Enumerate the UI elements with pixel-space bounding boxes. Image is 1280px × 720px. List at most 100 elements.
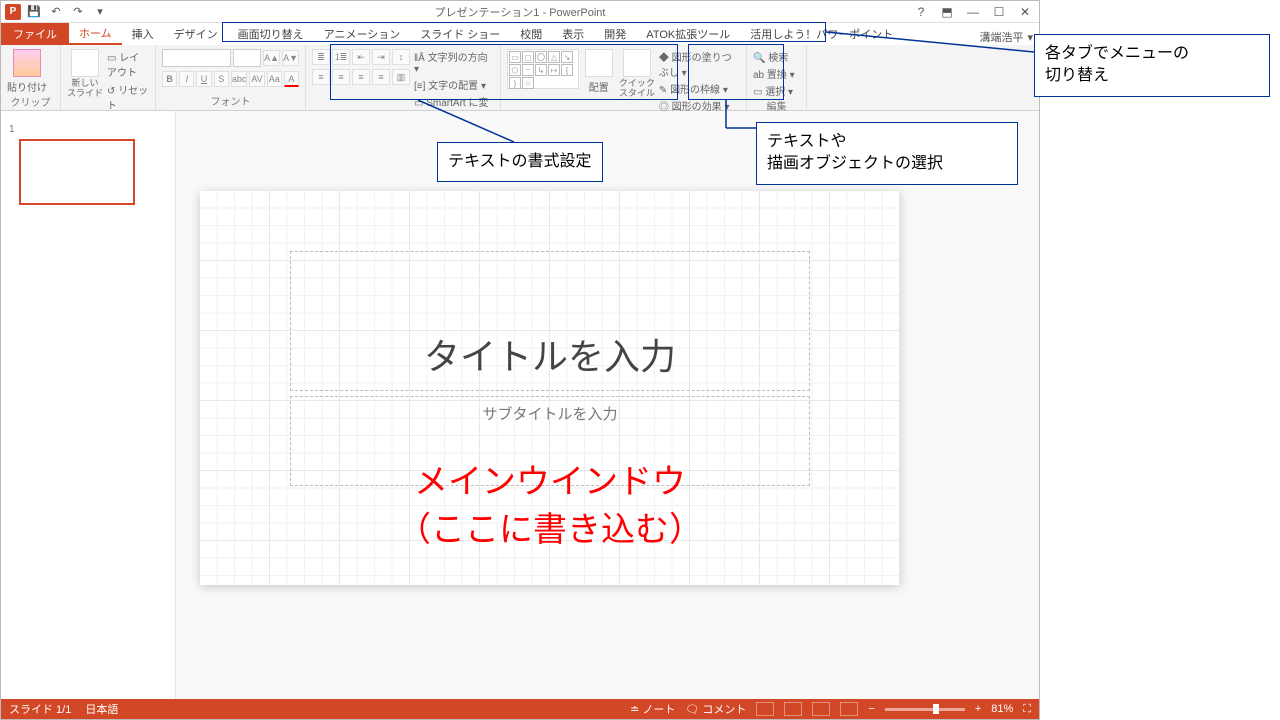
strike-button[interactable]: S bbox=[214, 71, 229, 87]
zoom-in-button[interactable]: + bbox=[975, 703, 981, 715]
text-direction-button[interactable]: ‖Å 文字列の方向 ▾ bbox=[414, 49, 494, 75]
fit-to-window-icon[interactable]: ⛶ bbox=[1023, 703, 1031, 716]
new-slide-label: 新しい スライド bbox=[67, 79, 103, 99]
tab-home[interactable]: ホーム bbox=[69, 23, 122, 45]
status-language: 日本語 bbox=[85, 701, 118, 717]
ribbon: 貼り付け クリップボード 新しい スライド ▭ レイアウト ↺ リセット ▦ セ… bbox=[1, 45, 1039, 111]
arrange-button[interactable]: 配置 bbox=[583, 49, 615, 94]
notes-button[interactable]: ≐ ノート bbox=[630, 701, 675, 717]
zoom-percent[interactable]: 81% bbox=[991, 703, 1013, 715]
account-label: 溝端浩平 bbox=[979, 29, 1023, 45]
title-placeholder[interactable]: タイトルを入力 bbox=[290, 251, 810, 391]
subtitle-placeholder-text: サブタイトルを入力 bbox=[291, 397, 809, 424]
shape-fill-button[interactable]: ◆ 図形の塗りつぶし ▾ bbox=[659, 49, 740, 79]
grow-font-icon[interactable]: A▲ bbox=[263, 50, 280, 66]
quick-styles-label: クイック スタイル bbox=[619, 79, 655, 99]
justify-button[interactable]: ≡ bbox=[372, 69, 390, 85]
callout-drawing: テキストや 描画オブジェクトの選択 bbox=[756, 122, 1018, 185]
bullets-button[interactable]: ≣ bbox=[312, 49, 330, 65]
align-text-button[interactable]: [≡] 文字の配置 ▾ bbox=[414, 77, 494, 92]
annotation-main-window: メインウインドウ （ここに書き込む） bbox=[200, 459, 900, 554]
columns-button[interactable]: ▥ bbox=[392, 69, 410, 85]
paste-label: 貼り付け bbox=[7, 79, 47, 94]
shrink-font-icon[interactable]: A▼ bbox=[282, 50, 299, 66]
view-normal-icon[interactable] bbox=[756, 702, 774, 716]
slide-editor[interactable]: タイトルを入力 サブタイトルを入力 メインウインドウ （ここに書き込む） bbox=[176, 111, 1039, 699]
numbering-button[interactable]: 1≣ bbox=[332, 49, 350, 65]
view-slideshow-icon[interactable] bbox=[840, 702, 858, 716]
group-paragraph: ≣ 1≣ ⇤ ⇥ ↕ ≡ ≡ ≡ ≡ ▥ ‖Å 文字列の方向 bbox=[306, 45, 501, 110]
group-slides: 新しい スライド ▭ レイアウト ↺ リセット ▦ セクション スライド bbox=[61, 45, 156, 110]
paste-icon bbox=[13, 49, 41, 77]
comments-button[interactable]: 🗨 コメント bbox=[685, 701, 746, 717]
thumbnail-pane[interactable]: 1 bbox=[1, 111, 176, 699]
slide-thumbnail-1[interactable] bbox=[19, 139, 135, 205]
align-right-button[interactable]: ≡ bbox=[352, 69, 370, 85]
reset-button[interactable]: ↺ リセット bbox=[107, 82, 149, 112]
quick-styles-button[interactable]: クイック スタイル bbox=[619, 49, 655, 99]
status-bar: スライド 1/1 日本語 ≐ ノート 🗨 コメント − + 81% ⛶ bbox=[1, 699, 1039, 719]
case-button[interactable]: Aa bbox=[267, 71, 282, 87]
maximize-icon[interactable]: ☐ bbox=[989, 5, 1009, 19]
title-bar: P 💾 ↶ ↷ ▾ プレゼンテーション1 - PowerPoint ? ⬒ — … bbox=[1, 1, 1039, 23]
group-clipboard: 貼り付け クリップボード bbox=[1, 45, 61, 110]
redo-icon[interactable]: ↷ bbox=[69, 3, 87, 21]
minimize-icon[interactable]: — bbox=[963, 5, 983, 19]
bold-button[interactable]: B bbox=[162, 71, 177, 87]
shapes-gallery[interactable]: ▭◻〇△↘⬠ ⎯↳↦{}☆ bbox=[507, 49, 579, 89]
view-reading-icon[interactable] bbox=[812, 702, 830, 716]
layout-button[interactable]: ▭ レイアウト bbox=[107, 49, 149, 79]
italic-button[interactable]: I bbox=[179, 71, 194, 87]
underline-button[interactable]: U bbox=[196, 71, 211, 87]
select-button[interactable]: ▭ 選択 ▾ bbox=[753, 83, 800, 98]
line-spacing-button[interactable]: ↕ bbox=[392, 49, 410, 65]
tab-transitions[interactable]: 画面切り替え bbox=[228, 23, 314, 45]
indent-inc-button[interactable]: ⇥ bbox=[372, 49, 390, 65]
new-slide-button[interactable]: 新しい スライド bbox=[67, 49, 103, 99]
tab-view[interactable]: 表示 bbox=[552, 23, 594, 45]
quick-access-toolbar: P 💾 ↶ ↷ ▾ bbox=[1, 3, 109, 21]
tab-review[interactable]: 校閲 bbox=[510, 23, 552, 45]
font-color-button[interactable]: A bbox=[284, 71, 299, 87]
slide-canvas[interactable]: タイトルを入力 サブタイトルを入力 メインウインドウ （ここに書き込む） bbox=[200, 191, 900, 585]
window-title: プレゼンテーション1 - PowerPoint bbox=[1, 4, 1039, 20]
quick-styles-icon bbox=[623, 49, 651, 77]
thumb-number: 1 bbox=[9, 124, 15, 135]
arrange-icon bbox=[585, 49, 613, 77]
find-button[interactable]: 🔍 検索 bbox=[753, 49, 800, 64]
shadow-button[interactable]: abc bbox=[231, 71, 248, 87]
tab-atok[interactable]: ATOK拡張ツール bbox=[636, 23, 740, 45]
align-left-button[interactable]: ≡ bbox=[312, 69, 330, 85]
close-icon[interactable]: ✕ bbox=[1015, 5, 1035, 19]
font-name-combo[interactable] bbox=[162, 49, 231, 67]
zoom-slider[interactable] bbox=[885, 708, 965, 711]
spacing-button[interactable]: AV bbox=[249, 71, 264, 87]
zoom-out-button[interactable]: − bbox=[868, 703, 874, 715]
workspace: 1 タイトルを入力 サブタイトルを入力 メインウインドウ （ここに書き込む） bbox=[1, 111, 1039, 699]
ribbon-options-icon[interactable]: ⬒ bbox=[937, 5, 957, 19]
tab-animations[interactable]: アニメーション bbox=[314, 23, 411, 45]
view-sorter-icon[interactable] bbox=[784, 702, 802, 716]
qat-more-icon[interactable]: ▾ bbox=[91, 3, 109, 21]
font-size-combo[interactable] bbox=[233, 49, 261, 67]
ribbon-tabs: ファイル ホーム 挿入 デザイン 画面切り替え アニメーション スライド ショー… bbox=[1, 23, 1039, 45]
shape-outline-button[interactable]: ✎ 図形の枠線 ▾ bbox=[659, 81, 740, 96]
group-drawing: ▭◻〇△↘⬠ ⎯↳↦{}☆ 配置 クイック スタイル ◆ 図形の塗りつぶし ▾ … bbox=[501, 45, 747, 110]
tab-katsuyou[interactable]: 活用しよう！パワーポイント bbox=[740, 23, 903, 45]
align-center-button[interactable]: ≡ bbox=[332, 69, 350, 85]
tab-design[interactable]: デザイン bbox=[164, 23, 228, 45]
paste-button[interactable]: 貼り付け bbox=[7, 49, 47, 94]
tab-slideshow[interactable]: スライド ショー bbox=[410, 23, 510, 45]
undo-icon[interactable]: ↶ bbox=[47, 3, 65, 21]
new-slide-icon bbox=[71, 49, 99, 77]
save-icon[interactable]: 💾 bbox=[25, 3, 43, 21]
arrange-label: 配置 bbox=[589, 79, 609, 94]
tab-file[interactable]: ファイル bbox=[1, 23, 69, 45]
account-name[interactable]: 溝端浩平 ▾ bbox=[979, 29, 1033, 45]
replace-button[interactable]: ab 置換 ▾ bbox=[753, 66, 800, 81]
callout-tabs: 各タブでメニューの 切り替え bbox=[1034, 34, 1270, 97]
tab-developer[interactable]: 開発 bbox=[594, 23, 636, 45]
indent-dec-button[interactable]: ⇤ bbox=[352, 49, 370, 65]
tab-insert[interactable]: 挿入 bbox=[122, 23, 164, 45]
help-icon[interactable]: ? bbox=[911, 5, 931, 19]
